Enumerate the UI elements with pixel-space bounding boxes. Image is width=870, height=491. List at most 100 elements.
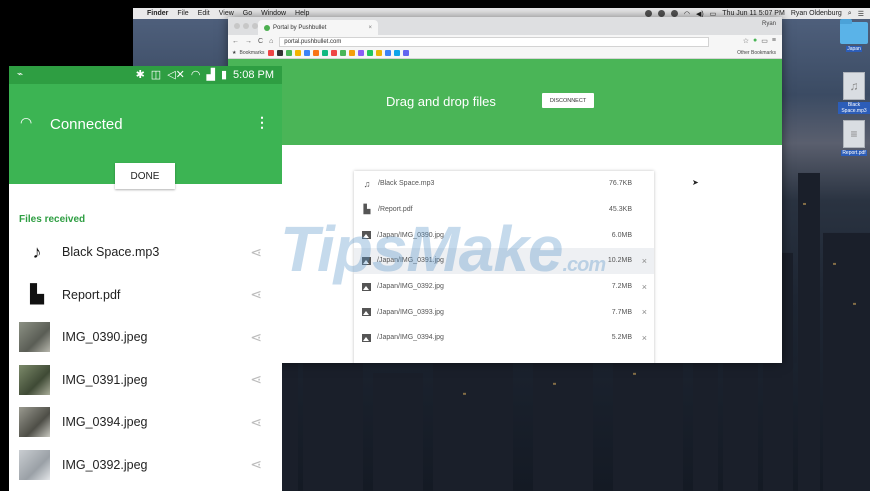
address-bar[interactable]: portal.pushbullet.com xyxy=(279,36,710,47)
cancel-icon[interactable]: × xyxy=(642,307,647,317)
bookmark-icon[interactable] xyxy=(312,50,319,56)
bookmark-icon[interactable] xyxy=(357,50,364,56)
bookmark-icon[interactable] xyxy=(294,50,301,56)
disconnect-button[interactable]: DISCONNECT xyxy=(542,93,594,108)
bookmark-icon[interactable] xyxy=(330,50,337,56)
menu-go[interactable]: Go xyxy=(243,10,252,17)
tab-title: Portal by Pushbullet xyxy=(273,24,327,31)
forward-icon[interactable]: → xyxy=(245,38,252,45)
close-tab-icon[interactable]: × xyxy=(368,25,372,31)
desktop-icon-report[interactable]: ≡ Report.pdf xyxy=(838,120,870,156)
share-icon[interactable]: ⋖ xyxy=(250,456,262,473)
bookmark-icon[interactable] xyxy=(267,50,274,56)
mute-icon: ◁✕ xyxy=(167,69,185,81)
watermark-text: TipsMake xyxy=(280,213,563,285)
browser-toolbar: ← → C ⌂ portal.pushbullet.com ☆ ● ▭ ≡ xyxy=(228,35,782,48)
music-note-icon: ♪ xyxy=(32,241,42,262)
portal-header: Drag and drop files DISCONNECT xyxy=(228,59,782,145)
menubar-user[interactable]: Ryan Oldenburg xyxy=(791,10,842,17)
menu-window[interactable]: Window xyxy=(261,10,286,17)
music-note-icon: ♫ xyxy=(363,178,371,189)
bookmark-icon[interactable] xyxy=(348,50,355,56)
reload-icon[interactable]: C xyxy=(258,38,263,45)
cast-icon[interactable]: ▭ xyxy=(761,37,768,45)
share-icon[interactable]: ⋖ xyxy=(250,329,262,346)
pushbullet-favicon-icon xyxy=(264,24,270,31)
file-size: 10.2MB xyxy=(607,257,632,265)
menu-view[interactable]: View xyxy=(219,10,234,17)
profile-name[interactable]: Ryan xyxy=(762,21,776,27)
other-bookmarks[interactable]: Other Bookmarks xyxy=(737,50,776,56)
desktop-icon-japan[interactable]: Japan xyxy=(838,19,870,52)
browser-tabbar: Portal by Pushbullet × Ryan xyxy=(228,17,782,35)
file-row[interactable]: ♫ /Black Space.mp3 76.7KB xyxy=(354,171,654,197)
bookmark-icon[interactable] xyxy=(339,50,346,56)
share-icon[interactable]: ⋖ xyxy=(250,286,262,303)
spotlight-icon[interactable]: ⌕ xyxy=(848,10,852,18)
bookmark-icon[interactable] xyxy=(366,50,373,56)
bookmark-icon[interactable] xyxy=(402,50,409,56)
file-size: 6.0MB xyxy=(611,231,632,239)
connection-status-title: Connected xyxy=(50,116,123,133)
menu-icon[interactable]: ≡ xyxy=(772,37,776,45)
file-row[interactable]: /Japan/IMG_0394.jpg 5.2MB × xyxy=(354,325,654,351)
status-icon[interactable] xyxy=(644,10,652,17)
bookmark-icon[interactable] xyxy=(375,50,382,56)
received-file-row[interactable]: IMG_0390.jpeg ⋖ xyxy=(9,316,282,359)
cancel-icon[interactable]: × xyxy=(642,256,647,266)
browser-tab[interactable]: Portal by Pushbullet × xyxy=(258,20,378,35)
received-file-row[interactable]: IMG_0391.jpeg ⋖ xyxy=(9,359,282,402)
received-file-row[interactable]: IMG_0392.jpeg ⋖ xyxy=(9,444,282,487)
status-icon[interactable] xyxy=(657,10,665,17)
bookmark-star-icon[interactable]: ☆ xyxy=(743,37,749,45)
bookmark-icon[interactable] xyxy=(393,50,400,56)
file-row[interactable]: /Japan/IMG_0393.jpg 7.7MB × xyxy=(354,299,654,325)
bluetooth-icon: ✱ xyxy=(135,69,145,81)
bookmark-icon[interactable] xyxy=(384,50,391,56)
file-size: 7.7MB xyxy=(611,308,632,316)
menu-edit[interactable]: Edit xyxy=(198,10,210,17)
pushbullet-extension-icon[interactable]: ● xyxy=(753,37,757,45)
done-button[interactable]: DONE xyxy=(115,163,175,189)
back-icon[interactable]: ← xyxy=(232,38,239,45)
file-name: IMG_0391.jpeg xyxy=(62,372,148,387)
received-file-row[interactable]: ♪ Black Space.mp3 ⋖ xyxy=(9,231,282,274)
bookmark-icon[interactable] xyxy=(321,50,328,56)
image-thumbnail xyxy=(19,322,50,353)
received-file-row[interactable]: ▙ Report.pdf ⋖ xyxy=(9,274,282,317)
close-window-button[interactable] xyxy=(234,23,240,29)
desktop-icon-black-space[interactable]: ♫ Black Space.mp3 xyxy=(838,72,870,114)
mouse-cursor-icon: ➤ xyxy=(692,178,699,187)
notification-center-icon[interactable]: ☰ xyxy=(858,10,864,18)
received-file-row[interactable]: IMG_0394.jpeg ⋖ xyxy=(9,401,282,444)
status-icon[interactable] xyxy=(670,10,678,17)
overflow-menu-icon[interactable]: ⋮ xyxy=(255,114,269,131)
menubar-clock[interactable]: Thu Jun 11 5:07 PM xyxy=(722,10,785,17)
file-name: IMG_0392.jpeg xyxy=(62,457,148,472)
menu-help[interactable]: Help xyxy=(295,10,309,17)
file-size: 7.2MB xyxy=(611,283,632,291)
menu-file[interactable]: File xyxy=(177,10,188,17)
image-icon xyxy=(362,333,371,342)
received-file-list: ♪ Black Space.mp3 ⋖ ▙ Report.pdf ⋖ IMG_0… xyxy=(9,231,282,486)
bookmarks-label[interactable]: Bookmarks xyxy=(239,50,264,56)
share-icon[interactable]: ⋖ xyxy=(250,414,262,431)
menu-app-finder[interactable]: Finder xyxy=(147,10,168,17)
minimize-window-button[interactable] xyxy=(243,23,249,29)
share-icon[interactable]: ⋖ xyxy=(250,244,262,261)
home-icon[interactable]: ⌂ xyxy=(269,38,273,45)
bookmark-icon[interactable] xyxy=(276,50,283,56)
cancel-icon[interactable]: × xyxy=(642,282,647,292)
file-size: 45.3KB xyxy=(609,206,632,214)
bookmark-icon[interactable] xyxy=(303,50,310,56)
files-received-heading: Files received xyxy=(19,214,86,225)
watermark: TipsMake.com xyxy=(280,212,606,286)
cancel-icon[interactable]: × xyxy=(642,333,647,343)
share-icon[interactable]: ⋖ xyxy=(250,371,262,388)
image-thumbnail xyxy=(19,364,50,395)
cast-status-icon: ⌁ xyxy=(17,69,24,80)
bookmark-icon[interactable] xyxy=(285,50,292,56)
file-name: IMG_0394.jpeg xyxy=(62,415,148,430)
app-bar: ◠ Connected ⋮ DONE xyxy=(9,84,282,189)
file-name: IMG_0390.jpeg xyxy=(62,330,148,345)
